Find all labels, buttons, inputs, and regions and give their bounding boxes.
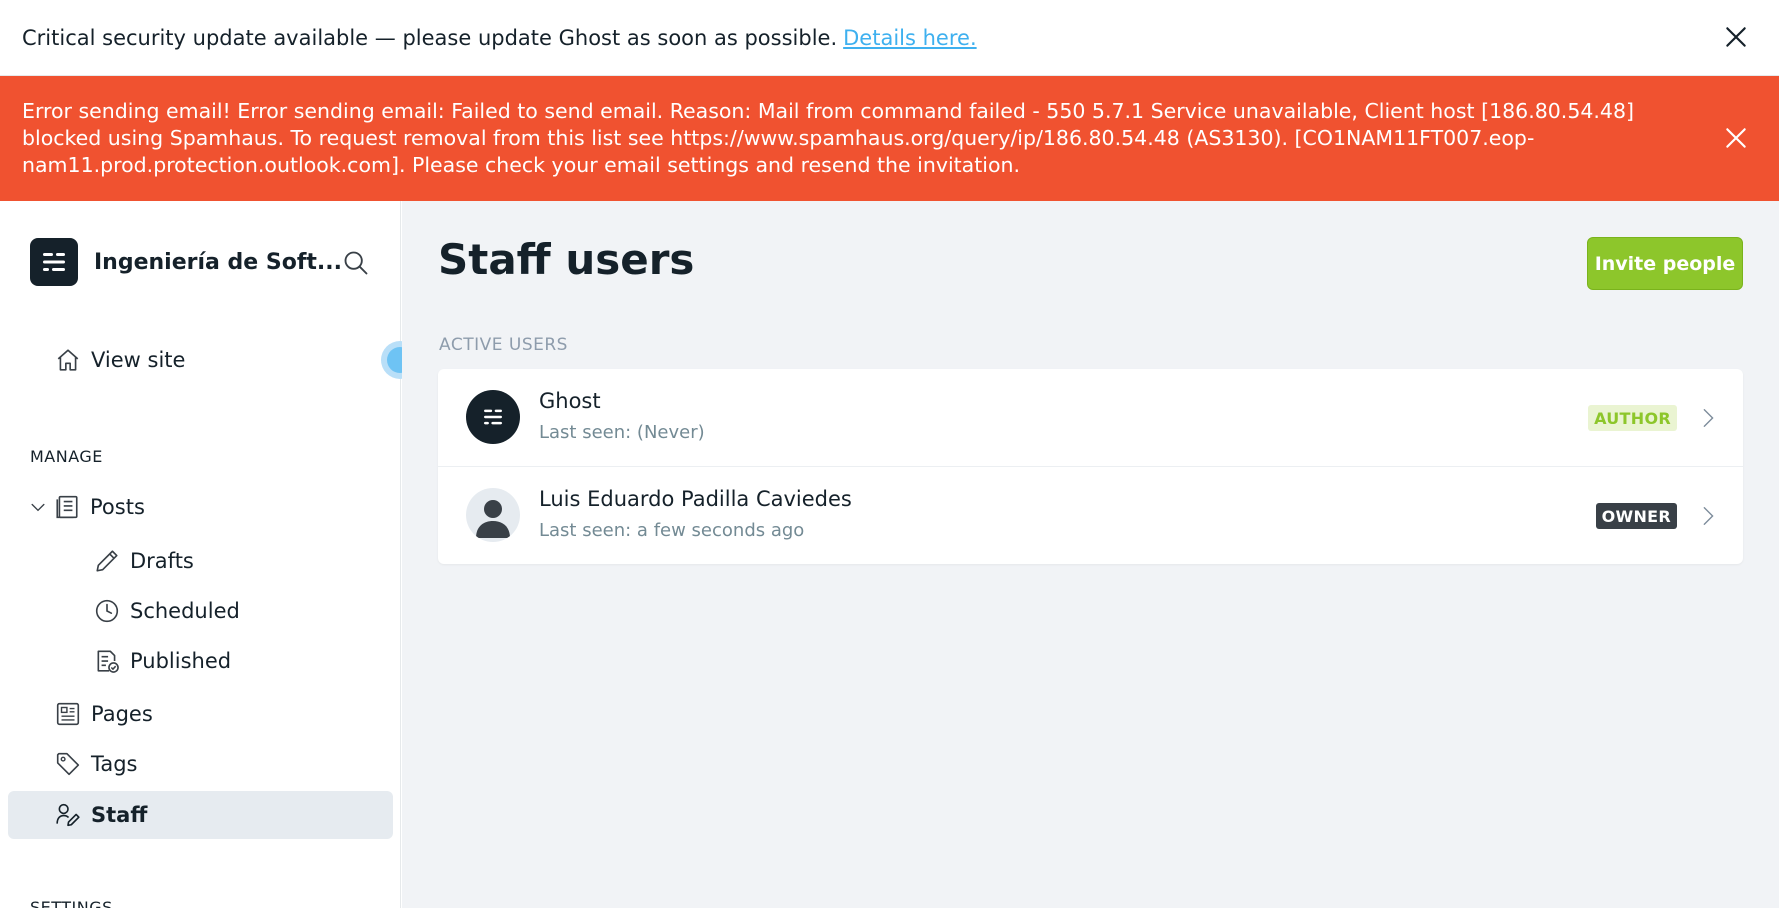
sidebar-item-staff[interactable]: Staff: [55, 802, 147, 828]
role-badge: OWNER: [1595, 503, 1677, 529]
details-link[interactable]: Details here.: [843, 26, 976, 50]
tag-icon: [56, 752, 80, 776]
user-last-seen: Last seen: a few seconds ago: [539, 520, 805, 541]
close-icon[interactable]: [1723, 24, 1749, 50]
posts-icon: [56, 495, 78, 519]
sidebar: Ingeniería de Soft... View site MANAGE P…: [0, 201, 401, 908]
ghost-logo-icon: [484, 409, 502, 425]
view-site-label: View site: [91, 348, 186, 372]
user-name: Luis Eduardo Padilla Caviedes: [539, 487, 852, 511]
user-name: Ghost: [539, 389, 601, 413]
list-item[interactable]: Luis Eduardo Padilla Caviedes Last seen:…: [438, 466, 1743, 563]
email-error-text: Error sending email! Error sending email…: [22, 99, 1635, 177]
chevron-down-icon[interactable]: [28, 497, 48, 517]
site-name: Ingeniería de Soft...: [94, 249, 342, 275]
chevron-right-icon: [1703, 507, 1714, 525]
list-item[interactable]: Ghost Last seen: (Never) AUTHOR: [438, 369, 1743, 466]
sidebar-item-pages[interactable]: Pages: [55, 701, 153, 727]
avatar: [466, 488, 520, 542]
published-icon: [97, 650, 119, 673]
settings-section-title: SETTINGS: [30, 898, 113, 908]
security-update-text: Critical security update available — ple…: [22, 25, 838, 50]
ghost-logo-icon: [43, 253, 65, 271]
avatar: [466, 390, 520, 444]
invite-people-button[interactable]: Invite people: [1587, 237, 1743, 290]
manage-section-title: MANAGE: [30, 447, 103, 466]
email-error-banner: Error sending email! Error sending email…: [0, 76, 1779, 201]
role-badge: AUTHOR: [1588, 405, 1677, 431]
page-title: Staff users: [438, 235, 695, 284]
sidebar-item-posts[interactable]: Posts: [28, 494, 145, 520]
users-list: Ghost Last seen: (Never) AUTHOR Luis Edu…: [438, 369, 1743, 564]
sidebar-item-label: Scheduled: [130, 599, 240, 623]
active-users-label: ACTIVE USERS: [439, 335, 568, 355]
sidebar-item-label: Tags: [91, 752, 138, 776]
sidebar-item-label: Posts: [90, 495, 145, 519]
clock-icon: [95, 599, 119, 623]
view-site-link[interactable]: View site: [55, 347, 185, 373]
close-icon[interactable]: [1723, 125, 1749, 151]
staff-icon: [56, 803, 80, 827]
main-content: Staff users Invite people ACTIVE USERS G…: [402, 201, 1779, 908]
sidebar-item-label: Staff: [91, 803, 148, 827]
sidebar-item-label: Published: [130, 649, 232, 673]
sidebar-item-drafts[interactable]: Drafts: [94, 548, 194, 574]
site-brand[interactable]: Ingeniería de Soft...: [30, 238, 342, 286]
user-last-seen: Last seen: (Never): [539, 422, 705, 443]
sidebar-item-scheduled[interactable]: Scheduled: [94, 598, 240, 624]
search-icon[interactable]: [342, 249, 370, 277]
pages-icon: [56, 702, 80, 726]
sidebar-item-published[interactable]: Published: [94, 648, 231, 674]
security-update-banner: Critical security update available — ple…: [0, 0, 1779, 76]
sidebar-item-label: Pages: [91, 702, 153, 726]
home-icon: [57, 349, 79, 371]
site-logo: [30, 238, 78, 286]
chevron-right-icon: [1703, 409, 1714, 427]
user-placeholder-icon: [476, 500, 510, 538]
sidebar-item-tags[interactable]: Tags: [55, 751, 138, 777]
pencil-icon: [96, 550, 118, 572]
sidebar-item-label: Drafts: [130, 549, 194, 573]
